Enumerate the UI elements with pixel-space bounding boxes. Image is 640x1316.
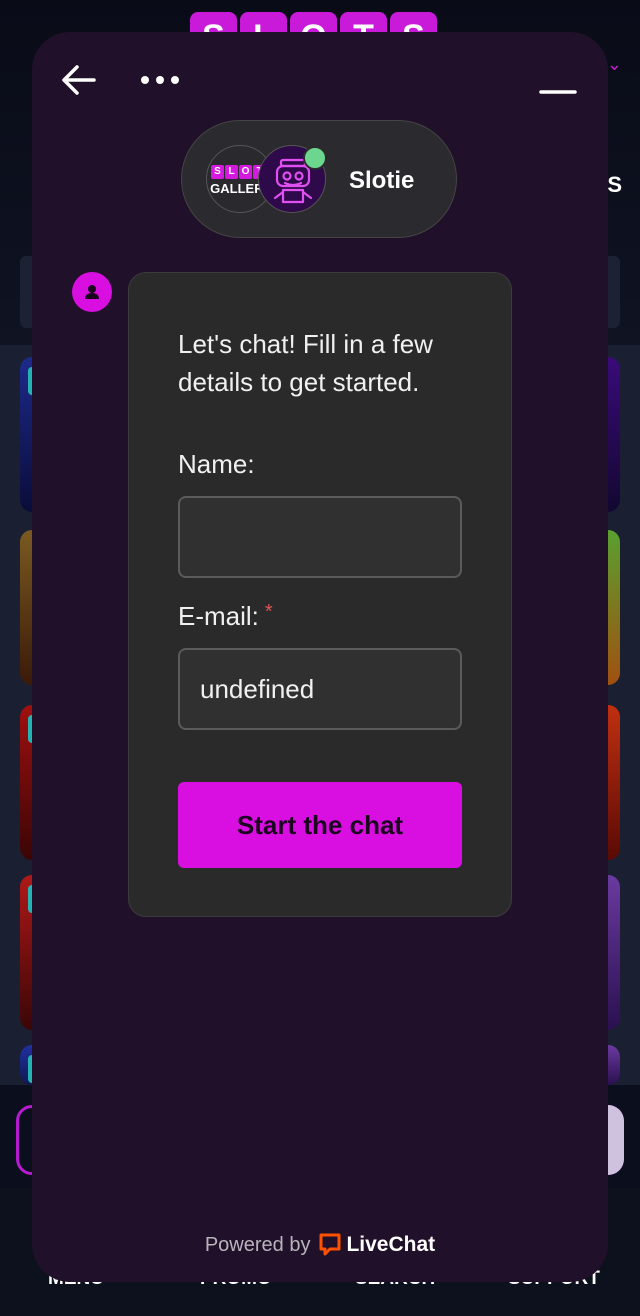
form-intro-text: Let's chat! Fill in a few details to get… bbox=[178, 329, 433, 397]
minimize-icon[interactable] bbox=[538, 72, 578, 96]
user-avatar-icon bbox=[72, 272, 112, 312]
name-input[interactable] bbox=[178, 496, 462, 578]
powered-by-text: Powered by bbox=[204, 1234, 311, 1256]
name-label: Name: bbox=[178, 449, 255, 479]
more-dots-icon[interactable] bbox=[136, 68, 184, 92]
online-status-dot bbox=[303, 146, 327, 170]
arrow-left-icon[interactable] bbox=[60, 62, 100, 98]
brand-letter: O bbox=[239, 165, 252, 179]
agent-header: S L O T S GALLERY Slot bbox=[181, 120, 457, 238]
email-input[interactable] bbox=[178, 648, 462, 730]
livechat-logo-icon bbox=[318, 1232, 342, 1262]
agent-name: Slotie bbox=[349, 167, 415, 194]
powered-by-footer[interactable]: Powered by LiveChat bbox=[32, 1232, 608, 1262]
required-mark: * bbox=[264, 601, 273, 623]
email-label: E-mail: * bbox=[178, 601, 273, 632]
brand-letter: S bbox=[211, 165, 224, 179]
brand-letter: L bbox=[225, 165, 238, 179]
chat-widget: S L O T S GALLERY Slot bbox=[32, 32, 608, 1282]
chevron-down-icon[interactable]: ⌄ bbox=[607, 54, 622, 75]
email-label-text: E-mail: bbox=[178, 601, 259, 631]
livechat-brand: LiveChat bbox=[346, 1233, 436, 1256]
prechat-form: Let's chat! Fill in a few details to get… bbox=[128, 272, 512, 917]
start-chat-button[interactable]: Start the chat bbox=[178, 782, 462, 868]
